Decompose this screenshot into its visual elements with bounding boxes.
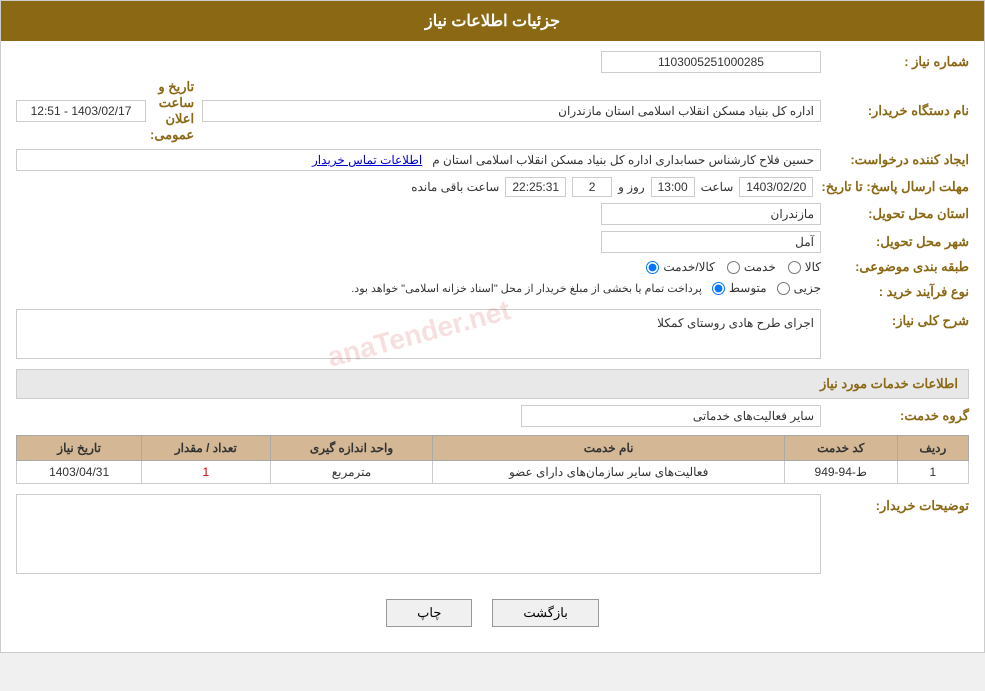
publish-date-label: تاریخ و ساعت اعلان عمومی: — [150, 79, 194, 143]
deadline-days: 2 — [572, 177, 612, 197]
deadline-remaining: 22:25:31 — [505, 177, 566, 197]
motavasset-label: متوسط — [729, 281, 767, 295]
deadline-time-label: ساعت — [701, 180, 734, 194]
province-label: استان محل تحویل: — [829, 206, 969, 222]
kala-label: کالا — [805, 260, 821, 274]
need-number-label: شماره نیاز : — [829, 54, 969, 70]
buyer-notes-row: توضیحات خریدار: — [16, 494, 969, 574]
col-code: کد خدمت — [784, 436, 897, 461]
service-group-value: سایر فعالیت‌های خدماتی — [521, 405, 821, 427]
footer-buttons: بازگشت چاپ — [16, 584, 969, 642]
deadline-details: 1403/02/20 ساعت 13:00 روز و 2 22:25:31 س… — [411, 177, 813, 197]
description-row: شرح کلی نیاز: anaTender.net اجرای طرح ها… — [16, 309, 969, 359]
cell-name: فعالیت‌های سایر سازمان‌های دارای عضو — [433, 461, 784, 484]
requester-value: حسین فلاح کارشناس حسابداری اداره کل بنیا… — [16, 149, 821, 171]
jozi-label: جزیی — [794, 281, 821, 295]
city-label: شهر محل تحویل: — [829, 234, 969, 250]
page-container: جزئیات اطلاعات نیاز شماره نیاز : 1103005… — [0, 0, 985, 653]
page-title: جزئیات اطلاعات نیاز — [425, 13, 560, 30]
requester-label: ایجاد کننده درخواست: — [829, 152, 969, 168]
col-quantity: تعداد / مقدار — [142, 436, 270, 461]
process-label: نوع فرآیند خرید : — [829, 284, 969, 300]
deadline-remaining-label: ساعت باقی مانده — [411, 180, 499, 194]
buyer-org-row: نام دستگاه خریدار: اداره کل بنیاد مسکن ا… — [16, 79, 969, 143]
khedmat-label: خدمت — [744, 260, 776, 274]
category-row: طبقه بندی موضوعی: کالا خدمت کالا/خدمت — [16, 259, 969, 275]
deadline-date: 1403/02/20 — [739, 177, 813, 197]
city-value: آمل — [601, 231, 821, 253]
publish-date-value: 1403/02/17 - 12:51 — [16, 100, 146, 122]
deadline-row: مهلت ارسال پاسخ: تا تاریخ: 1403/02/20 سا… — [16, 177, 969, 197]
description-value: اجرای طرح هادی روستای کمکلا — [657, 316, 814, 330]
category-radio-khedmat: خدمت — [727, 260, 776, 274]
need-number-value: 1103005251000285 — [601, 51, 821, 73]
cell-unit: مترمربع — [270, 461, 433, 484]
requester-contact-link[interactable]: اطلاعات تماس خریدار — [312, 153, 422, 167]
category-radio-khedmat-input[interactable] — [727, 261, 740, 274]
buyer-notes-textarea[interactable] — [16, 494, 821, 574]
description-label: شرح کلی نیاز: — [829, 309, 969, 329]
table-header-row: ردیف کد خدمت نام خدمت واحد اندازه گیری ت… — [17, 436, 969, 461]
process-radio-motavasset-input[interactable] — [712, 282, 725, 295]
col-date: تاریخ نیاز — [17, 436, 142, 461]
kala-khedmat-label: کالا/خدمت — [663, 260, 714, 274]
cell-row-num: 1 — [897, 461, 968, 484]
category-radio-kala-input[interactable] — [788, 261, 801, 274]
category-radio-group: کالا خدمت کالا/خدمت — [646, 260, 821, 274]
requester-row: ایجاد کننده درخواست: حسین فلاح کارشناس ح… — [16, 149, 969, 171]
process-radio-motavasset: متوسط — [712, 281, 767, 295]
buyer-org-value: اداره کل بنیاد مسکن انقلاب اسلامی استان … — [202, 100, 821, 122]
back-button[interactable]: بازگشت — [492, 599, 598, 627]
service-group-label: گروه خدمت: — [829, 408, 969, 424]
cell-code: ط-94-949 — [784, 461, 897, 484]
print-button[interactable]: چاپ — [386, 599, 472, 627]
watermark: anaTender.net — [324, 294, 514, 374]
category-radio-kala-khedmat-input[interactable] — [646, 261, 659, 274]
cell-quantity: 1 — [142, 461, 270, 484]
category-label: طبقه بندی موضوعی: — [829, 259, 969, 275]
process-details: جزیی متوسط پرداخت تمام یا بخشی از مبلغ خ… — [351, 281, 821, 295]
process-note: پرداخت تمام یا بخشی از مبلغ خریدار از مح… — [351, 282, 702, 295]
province-row: استان محل تحویل: مازندران — [16, 203, 969, 225]
col-row-num: ردیف — [897, 436, 968, 461]
services-table: ردیف کد خدمت نام خدمت واحد اندازه گیری ت… — [16, 435, 969, 484]
buyer-org-label: نام دستگاه خریدار: — [829, 103, 969, 119]
page-header: جزئیات اطلاعات نیاز — [1, 1, 984, 41]
services-section-header: اطلاعات خدمات مورد نیاز — [16, 369, 969, 399]
process-radio-jozi: جزیی — [777, 281, 821, 295]
content-area: شماره نیاز : 1103005251000285 نام دستگاه… — [1, 41, 984, 652]
deadline-label: مهلت ارسال پاسخ: تا تاریخ: — [821, 179, 969, 195]
deadline-time: 13:00 — [651, 177, 695, 197]
category-radio-kala-khedmat: کالا/خدمت — [646, 260, 714, 274]
description-box: anaTender.net اجرای طرح هادی روستای کمکل… — [16, 309, 821, 359]
process-row: نوع فرآیند خرید : جزیی متوسط پرداخت تمام… — [16, 281, 969, 303]
buyer-notes-label: توضیحات خریدار: — [829, 494, 969, 514]
description-container: anaTender.net اجرای طرح هادی روستای کمکل… — [16, 309, 821, 359]
province-value: مازندران — [601, 203, 821, 225]
city-row: شهر محل تحویل: آمل — [16, 231, 969, 253]
category-radio-kala: کالا — [788, 260, 821, 274]
process-radio-jozi-input[interactable] — [777, 282, 790, 295]
col-unit: واحد اندازه گیری — [270, 436, 433, 461]
col-name: نام خدمت — [433, 436, 784, 461]
cell-date: 1403/04/31 — [17, 461, 142, 484]
table-row: 1 ط-94-949 فعالیت‌های سایر سازمان‌های دا… — [17, 461, 969, 484]
need-number-row: شماره نیاز : 1103005251000285 — [16, 51, 969, 73]
service-group-row: گروه خدمت: سایر فعالیت‌های خدماتی — [16, 405, 969, 427]
deadline-days-label: روز و — [618, 180, 645, 194]
